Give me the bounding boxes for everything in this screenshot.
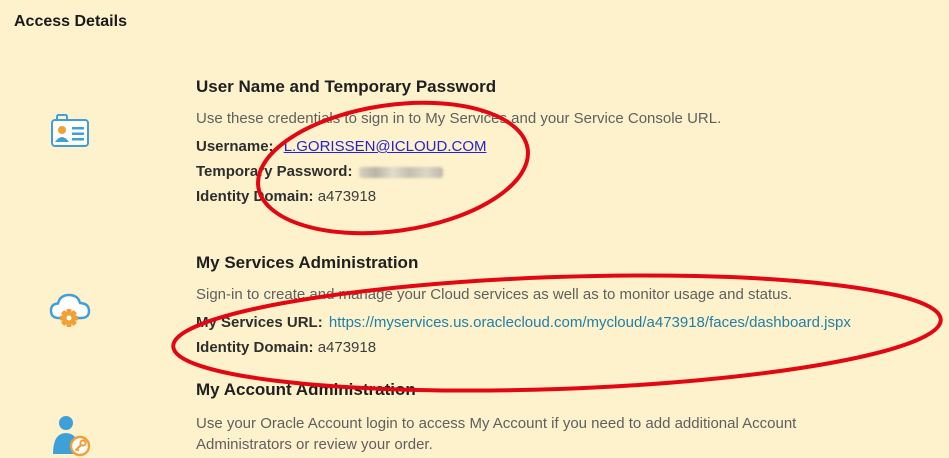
username-row: Username: L.GORISSEN@ICLOUD.COM [196,134,896,159]
my-services-url-row: My Services URL: https://myservices.us.o… [196,310,936,335]
id-card-icon [51,114,89,147]
access-details-panel: Access Details User Name and Temporary P… [0,0,949,458]
credentials-section: User Name and Temporary Password Use the… [196,76,896,209]
temporary-password-label: Temporary Password: [196,163,353,180]
identity-domain-label: Identity Domain: [196,188,314,205]
cloud-gear-icon [49,293,91,327]
my-account-section-title: My Account Administration [196,380,416,399]
username-label: Username: [196,138,274,155]
my-services-url-label: My Services URL: [196,314,323,331]
my-services-domain-value: a473918 [317,339,377,356]
my-account-description: Use your Oracle Account login to access … [196,415,797,453]
temporary-password-row: Temporary Password: [196,159,896,184]
my-services-section-title: My Services Administration [196,253,419,272]
my-account-section: My Account Administration Use your Oracl… [196,379,886,455]
user-key-icon [53,416,91,457]
my-services-section: My Services Administration Sign-in to cr… [196,252,936,360]
credentials-description: Use these credentials to sign in to My S… [196,110,722,127]
credentials-section-title: User Name and Temporary Password [196,77,497,96]
page-title: Access Details [14,13,127,30]
my-services-description: Sign-in to create and manage your Cloud … [196,286,793,303]
my-services-domain-label: Identity Domain: [196,339,314,356]
temporary-password-redacted [358,166,443,178]
my-services-domain-row: Identity Domain: a473918 [196,335,936,360]
username-link[interactable]: L.GORISSEN@ICLOUD.COM [284,138,487,155]
my-services-url-link[interactable]: https://myservices.us.oraclecloud.com/my… [329,314,851,331]
identity-domain-value: a473918 [317,188,377,205]
identity-domain-row: Identity Domain: a473918 [196,184,896,209]
